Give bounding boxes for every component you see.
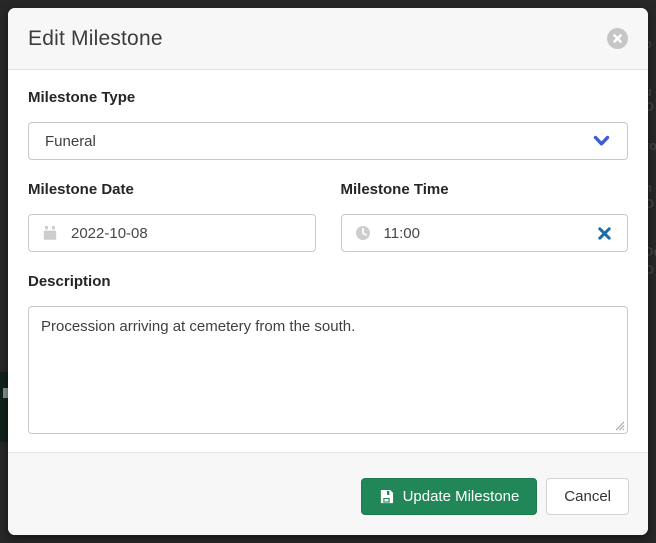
x-clear-icon	[597, 226, 612, 241]
milestone-type-label: Milestone Type	[28, 88, 628, 108]
milestone-type-value: Funeral	[45, 133, 96, 150]
description-wrap: Procession arriving at cemetery from the…	[28, 306, 628, 434]
background-button-remnant	[0, 372, 8, 442]
dialog-footer: Update Milestone Cancel	[8, 452, 648, 535]
description-textarea[interactable]: Procession arriving at cemetery from the…	[28, 306, 628, 434]
close-button[interactable]	[607, 28, 628, 49]
clock-icon	[355, 225, 371, 241]
date-column: Milestone Date	[28, 180, 316, 252]
cancel-label: Cancel	[564, 488, 611, 505]
date-time-row: Milestone Date Milestone Time	[28, 180, 628, 252]
dimmed-page-overlay: o u O ro n O De O Edit Milestone Milesto…	[0, 0, 656, 543]
cancel-button[interactable]: Cancel	[546, 478, 629, 515]
chevron-down-icon	[592, 134, 611, 148]
close-icon	[612, 33, 623, 44]
dialog-header: Edit Milestone	[8, 8, 648, 70]
dialog-title: Edit Milestone	[28, 27, 163, 51]
milestone-time-field[interactable]	[341, 214, 629, 252]
dialog-body: Milestone Type Funeral Milestone Date	[8, 70, 648, 452]
description-label: Description	[28, 272, 628, 292]
clear-time-button[interactable]	[595, 226, 614, 241]
milestone-time-label: Milestone Time	[341, 180, 629, 200]
update-milestone-button[interactable]: Update Milestone	[361, 478, 538, 515]
milestone-date-input[interactable]	[71, 225, 302, 242]
milestone-date-field[interactable]	[28, 214, 316, 252]
milestone-time-input[interactable]	[384, 225, 583, 242]
edit-milestone-dialog: Edit Milestone Milestone Type Funeral	[8, 8, 648, 535]
calendar-icon	[42, 225, 58, 241]
save-icon	[379, 489, 394, 504]
milestone-type-select[interactable]: Funeral	[28, 122, 628, 160]
update-milestone-label: Update Milestone	[403, 488, 520, 505]
time-column: Milestone Time	[341, 180, 629, 252]
milestone-date-label: Milestone Date	[28, 180, 316, 200]
